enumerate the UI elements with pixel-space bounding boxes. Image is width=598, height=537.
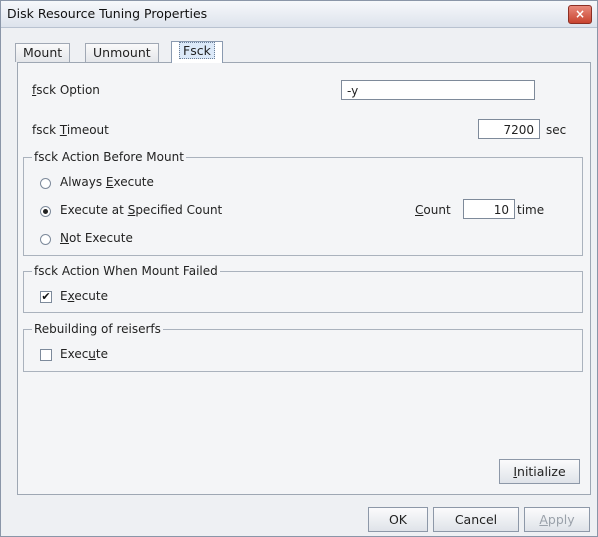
rebuilding-group: Rebuilding of reiserfs Execute xyxy=(23,322,583,372)
tab-unmount[interactable]: Unmount xyxy=(85,43,159,62)
apply-button[interactable]: Apply xyxy=(524,507,590,532)
fsck-timeout-input[interactable]: 7200 xyxy=(478,119,540,139)
tab-fsck[interactable]: Fsck xyxy=(171,41,223,63)
count-input[interactable]: 10 xyxy=(463,199,515,219)
action-before-mount-group: fsck Action Before Mount Always Execute … xyxy=(23,150,583,256)
count-unit: time xyxy=(517,203,545,217)
rebuilding-title: Rebuilding of reiserfs xyxy=(32,322,163,336)
tab-mount[interactable]: Mount xyxy=(15,43,71,62)
fsck-option-input[interactable]: -y xyxy=(341,80,535,100)
window-title: Disk Resource Tuning Properties xyxy=(7,6,208,21)
action-when-failed-title: fsck Action When Mount Failed xyxy=(32,264,220,278)
execute-at-count-label: Execute at Specified Count xyxy=(60,203,223,217)
count-label: Count xyxy=(415,203,451,217)
ok-button[interactable]: OK xyxy=(368,507,428,532)
radio-always-execute[interactable] xyxy=(40,178,51,189)
execute-on-failure-checkbox[interactable]: ✔ xyxy=(40,291,52,303)
action-when-failed-group: fsck Action When Mount Failed ✔ Execute xyxy=(23,264,583,313)
cancel-button[interactable]: Cancel xyxy=(433,507,519,532)
fsck-timeout-unit: sec xyxy=(546,123,567,137)
title-bar: Disk Resource Tuning Properties × xyxy=(1,1,597,28)
fsck-option-label: fsck Option xyxy=(32,83,100,97)
rebuild-execute-label: Execute xyxy=(60,347,108,361)
close-button[interactable]: × xyxy=(568,5,592,24)
always-execute-label: Always Execute xyxy=(60,175,154,189)
radio-not-execute[interactable] xyxy=(40,234,51,245)
dialog-window: Disk Resource Tuning Properties × Mount … xyxy=(0,0,598,537)
rebuild-execute-checkbox[interactable] xyxy=(40,349,52,361)
execute-on-failure-label: Execute xyxy=(60,289,109,303)
action-before-mount-title: fsck Action Before Mount xyxy=(32,150,186,164)
radio-execute-at-count[interactable] xyxy=(40,206,51,217)
not-execute-label: Not Execute xyxy=(60,231,133,245)
fsck-timeout-label: fsck Timeout xyxy=(32,123,109,137)
initialize-button[interactable]: Initialize xyxy=(499,459,580,484)
fsck-panel: fsck Option -y fsck Timeout 7200 sec fsc… xyxy=(17,62,591,495)
